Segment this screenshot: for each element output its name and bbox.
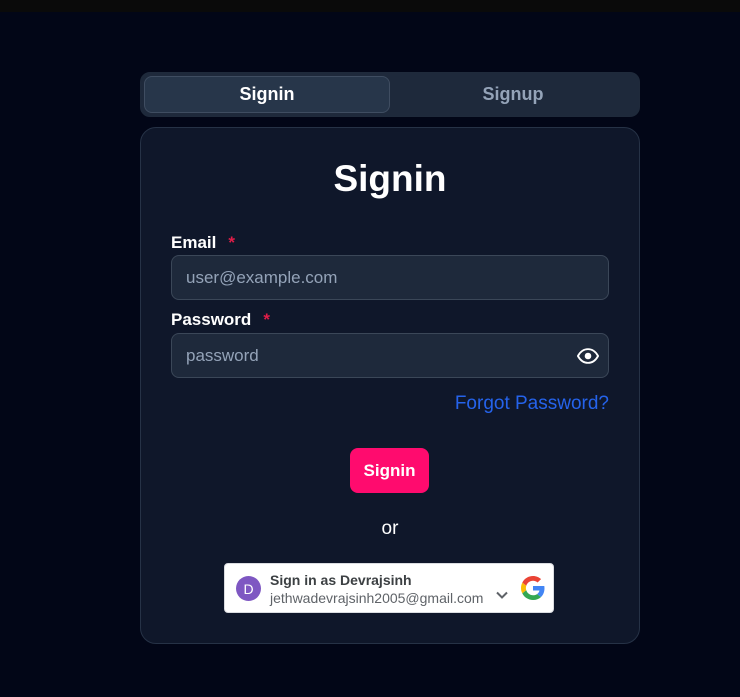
avatar: D [236,576,261,601]
email-label: Email * [171,233,235,253]
password-input[interactable] [186,334,566,377]
page-title: Signin [333,158,447,199]
signin-submit-button[interactable]: Signin [350,448,429,493]
email-field [171,255,609,300]
google-account-title: Sign in as Devrajsinh [270,572,412,588]
forgot-password-link[interactable]: Forgot Password? [455,393,609,415]
google-signin-button[interactable]: D Sign in as Devrajsinh jethwadevrajsinh… [224,563,554,613]
auth-tab-switcher: Signin Signup [140,72,640,117]
tab-signup[interactable]: Signup [390,76,636,113]
or-divider: or [381,518,399,539]
google-logo-icon [521,576,545,600]
google-account-email: jethwadevrajsinh2005@gmail.com [270,590,484,606]
password-field [171,333,609,378]
password-required-mark: * [263,310,270,329]
signin-card: Signin Email * Password * Forgot Password?… [140,127,640,644]
chevron-down-icon[interactable] [496,591,508,599]
password-label: Password * [171,310,270,330]
email-label-text: Email [171,233,217,252]
browser-top-strip [0,0,740,12]
email-input[interactable] [186,256,566,299]
email-required-mark: * [228,233,235,252]
password-label-text: Password [171,310,252,329]
eye-icon[interactable] [577,346,599,366]
tab-signin[interactable]: Signin [144,76,390,113]
